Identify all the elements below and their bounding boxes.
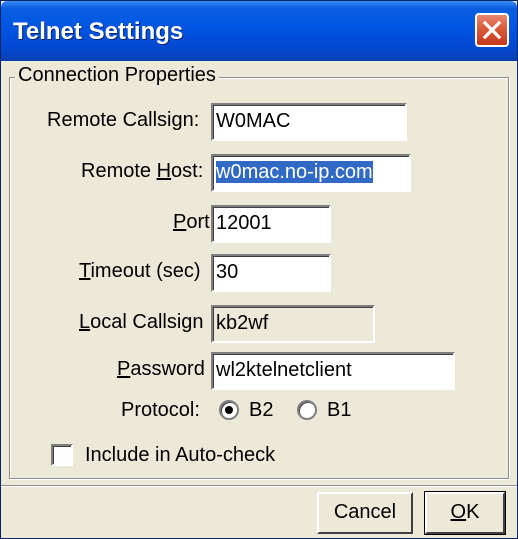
password-value: wl2ktelnetclient [216,359,352,381]
timeout-value: 30 [216,261,239,283]
remote-host-input[interactable]: w0mac.no-ip.com [211,154,411,192]
local-callsign-value: kb2wf [216,312,269,334]
group-legend: Connection Properties [15,64,219,87]
local-callsign-label: Local Callsign [79,311,204,333]
password-input[interactable]: wl2ktelnetclient [211,352,455,390]
password-label: Password [117,358,205,380]
port-label: Port: [173,211,216,233]
radio-selected-dot [225,406,233,414]
port-input[interactable]: 12001 [211,205,331,243]
telnet-settings-window: Telnet Settings Connection Properties Re… [0,0,518,539]
title-bar[interactable]: Telnet Settings [1,1,517,61]
protocol-b2-label[interactable]: B2 [249,399,273,422]
remote-host-value: w0mac.no-ip.com [216,161,373,183]
local-callsign-field: kb2wf [211,305,375,343]
remote-callsign-input[interactable]: W0MAC [211,103,407,141]
protocol-b2-radio[interactable] [219,400,239,420]
auto-check-checkbox[interactable] [51,444,73,466]
timeout-label: Timeout (sec) [79,260,201,282]
remote-callsign-value: W0MAC [216,110,291,132]
close-button[interactable] [475,13,509,47]
protocol-b1-label[interactable]: B1 [327,399,351,422]
window-title: Telnet Settings [13,18,184,45]
auto-check-label[interactable]: Include in Auto-check [85,444,275,467]
timeout-input[interactable]: 30 [211,254,331,292]
protocol-label: Protocol: [121,399,200,421]
port-value: 12001 [216,212,272,234]
remote-host-label: Remote Host: [81,160,204,182]
button-separator [1,485,517,487]
ok-button[interactable]: OK [424,491,506,535]
protocol-b1-radio[interactable] [297,400,317,420]
cancel-button[interactable]: Cancel [317,492,413,534]
remote-callsign-label: Remote Callsign: [47,109,200,131]
